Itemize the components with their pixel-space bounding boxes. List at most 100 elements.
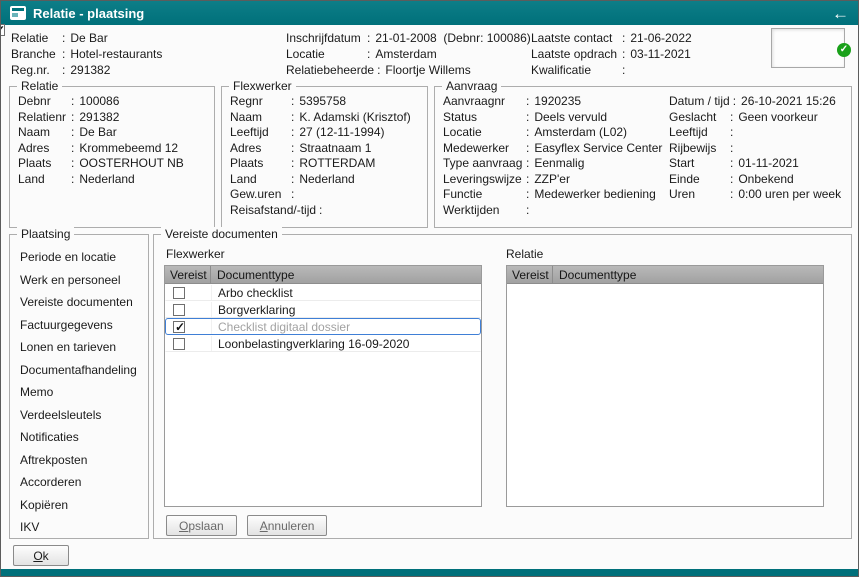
field-row: Inschrijfdatum : 21-01-2008 (Debnr: 1000… [286,30,531,46]
ok-button[interactable]: Ok [13,545,69,566]
field-label: Leveringswijze [443,172,523,188]
vereist-checkbox[interactable] [173,287,185,299]
plaatsing-menu-item[interactable]: Werk en personeel [20,274,144,286]
field-row: Leveringswijze : ZZP'er [443,172,671,188]
documenttype-label: Loonbelastingverklaring 16-09-2020 [212,337,409,351]
colon-separator: : [59,30,70,46]
document-row[interactable]: Arbo checklist [165,284,481,301]
field-row: Start : 01-11-2021 [669,156,849,172]
field-label: Reisafstand/-tijd [230,203,316,219]
plaatsing-menu: Periode en locatie Werk en personeel Ver… [20,251,144,533]
colon-separator: : [619,46,630,62]
relatie-plaatsing-window: Relatie - plaatsing ← Relatie : De Bar B… [0,0,859,577]
flexwerker-panel-body: Regnr : 5395758 Naam : K. Adamski (Krisz… [230,94,424,218]
field-value: Floortje Willems [385,62,470,78]
colon-separator: : [288,125,299,141]
field-label: Werktijden [443,203,523,219]
field-row: Datum / tijd : 26-10-2021 15:26 [669,94,849,110]
field-value: Geen voorkeur [738,110,817,126]
field-label: Leeftijd [669,125,727,141]
field-label: Uren [669,187,727,203]
field-value: ZZP'er [534,172,570,188]
plaatsing-menu-item[interactable]: Documentafhandeling [20,364,144,376]
field-value: 03-11-2021 [630,46,691,62]
plaatsing-menu-item[interactable]: Aftrekposten [20,454,144,466]
field-label: Reg.nr. [11,62,59,78]
document-row[interactable]: Loonbelastingverklaring 16-09-2020 [165,335,481,352]
table-header: Vereist Documenttype [507,266,823,284]
plaatsing-menu-item[interactable]: Vereiste documenten [20,296,144,308]
field-value: 100086 [79,94,119,110]
field-label: Start [669,156,727,172]
plaatsing-menu-item[interactable]: Kopiëren [20,499,144,511]
colon-separator: : [523,156,534,172]
field-row: Medewerker : Easyflex Service Center [443,141,671,157]
field-label: Datum / tijd [669,94,730,110]
document-row[interactable]: Checklist digitaal dossier [165,318,481,335]
field-label: Plaats [230,156,288,172]
field-value: 21-01-2008 (Debnr: 100086) [375,30,530,46]
aanvraag-left-column: Aanvraagnr : 1920235 Status : Deels verv… [443,94,671,218]
relatie-panel-body: Debnr : 100086 Relatienr : 291382 Naam :… [18,94,211,187]
field-label: Adres [18,141,68,157]
relatie-documents-table: Vereist Documenttype [506,265,824,507]
window-title: Relatie - plaatsing [33,6,144,21]
field-value: 01-11-2021 [738,156,799,172]
colon-separator: : [374,62,385,78]
field-row: Adres : Krommebeemd 12 [18,141,211,157]
documenttype-label: Borgverklaring [212,303,295,317]
vereist-checkbox[interactable] [173,304,185,316]
flexwerker-documents-table: Vereist Documenttype Arbo checklist [164,265,482,507]
plaatsing-menu-item[interactable]: Accorderen [20,476,144,488]
aanvraag-right-column: Datum / tijd : 26-10-2021 15:26 Geslacht… [669,94,849,203]
field-value: Nederland [299,172,354,188]
annuleren-button[interactable]: Annuleren [247,515,328,536]
field-value: Easyflex Service Center [534,141,662,157]
field-row: Relatiebeheerde : Floortje Willems [286,62,531,78]
field-row: Regnr : 5395758 [230,94,424,110]
vereist-checkbox[interactable] [173,321,185,333]
field-row: Plaats : ROTTERDAM [230,156,424,172]
opslaan-button[interactable]: Opslaan [166,515,237,536]
vereist-checkbox[interactable] [173,338,185,350]
colon-separator: : [288,156,299,172]
titlebar: Relatie - plaatsing ← [1,1,858,25]
field-value: 1920235 [534,94,581,110]
header-column-relatie: Relatie : De Bar Branche : Hotel-restaur… [11,30,162,78]
field-label: Naam [18,125,68,141]
field-label: Einde [669,172,727,188]
colon-separator: : [68,156,79,172]
plaatsing-menu-item[interactable]: Periode en locatie [20,251,144,263]
field-label: Aanvraagnr [443,94,523,110]
vereiste-documenten-panel: Vereiste documenten Flexwerker Vereist D… [153,234,852,539]
plaatsing-menu-item[interactable]: Factuurgegevens [20,319,144,331]
colon-separator: : [523,187,534,203]
field-label: Relatie [11,30,59,46]
field-value: ROTTERDAM [299,156,375,172]
colon-separator: : [619,62,630,78]
back-arrow-icon[interactable]: ← [832,5,849,22]
field-row: Land : Nederland [18,172,211,188]
plaatsing-menu-item[interactable]: IKV [20,521,144,533]
colon-separator: : [68,172,79,188]
field-row: Geslacht : Geen voorkeur [669,110,849,126]
field-label: Land [18,172,68,188]
field-value: Amsterdam (L02) [534,125,627,141]
flexwerker-panel: Flexwerker Regnr : 5395758 Naam : K. Ada… [221,86,428,228]
photo-placeholder [771,28,845,68]
plaatsing-menu-item[interactable]: Notificaties [20,431,144,443]
plaatsing-menu-item[interactable]: Memo [20,386,144,398]
plaatsing-menu-item[interactable]: Lonen en tarieven [20,341,144,353]
colon-separator: : [68,94,79,110]
plaatsing-menu-item[interactable]: Verdeelsleutels [20,409,144,421]
colon-separator: : [59,62,70,78]
field-row: Locatie : Amsterdam [286,46,531,62]
document-row[interactable]: Borgverklaring [165,301,481,318]
colon-separator: : [727,125,738,141]
field-row: Functie : Medewerker bediening [443,187,671,203]
column-header-vereist: Vereist [165,266,211,283]
header-checkbox[interactable] [0,24,5,36]
field-row: Reisafstand/-tijd : [230,203,424,219]
plaatsing-panel-legend: Plaatsing [17,227,74,241]
field-label: Type aanvraag [443,156,523,172]
